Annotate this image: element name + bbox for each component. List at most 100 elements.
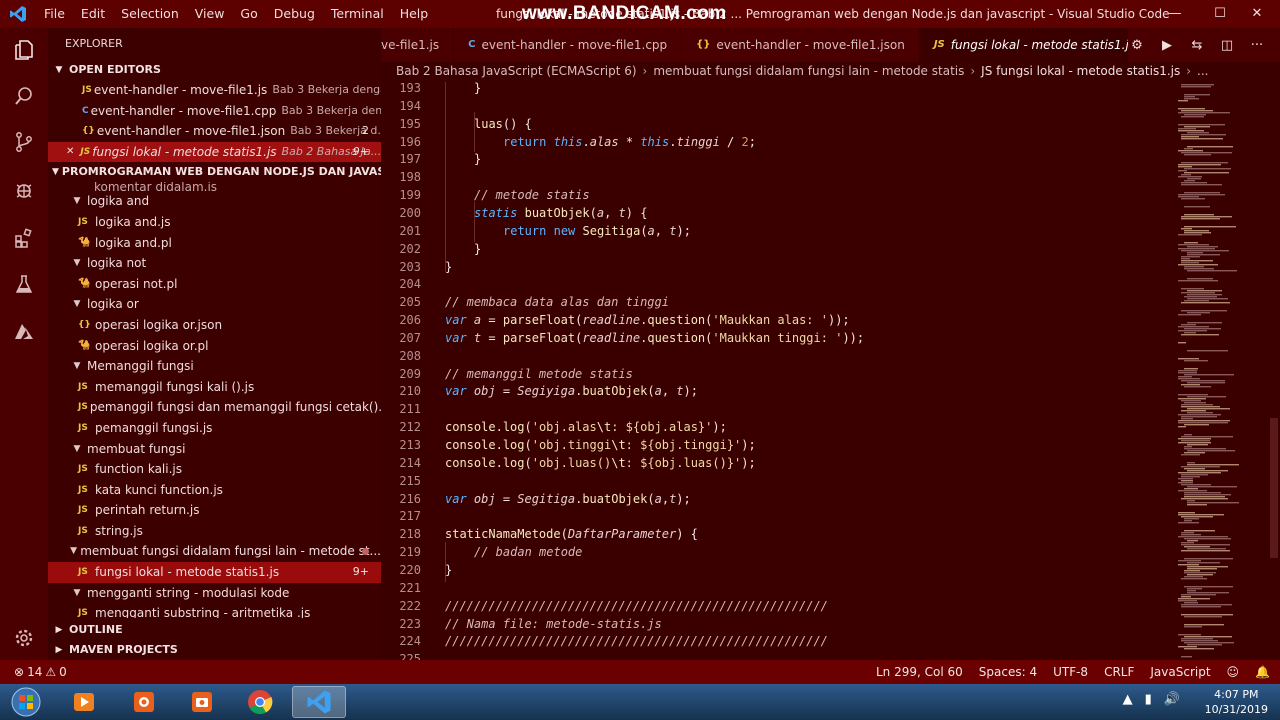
azure-icon[interactable] <box>12 320 36 344</box>
menu-help[interactable]: Help <box>392 0 437 28</box>
cursor-position[interactable]: Ln 299, Col 60 <box>876 665 963 679</box>
test-flask-icon[interactable] <box>12 272 36 296</box>
code-line[interactable]: 213 console.log('obj.tinggi\t: ${obj.ting… <box>381 436 1176 454</box>
code-line[interactable]: 212 console.log('obj.alas\t: ${obj.alas}'… <box>381 418 1176 436</box>
errors-indicator[interactable]: ⊗ 14 ⚠ 0 <box>14 665 67 679</box>
vertical-scrollbar[interactable] <box>1268 82 1280 660</box>
compare-icon[interactable]: ⇆ <box>1188 38 1206 53</box>
gear-icon[interactable]: ⚙ <box>1128 38 1146 53</box>
code-line[interactable]: 206 var a = parseFloat(readline.question(… <box>381 311 1176 329</box>
feedback-icon[interactable]: ☺ <box>1227 665 1240 679</box>
minimap[interactable] <box>1176 82 1266 660</box>
minimize-button[interactable]: — <box>1152 0 1198 28</box>
code-line[interactable]: 209 // memanggil metode statis <box>381 365 1176 383</box>
breadcrumb-item[interactable]: membuat fungsi didalam fungsi lain - met… <box>653 64 964 78</box>
code-line[interactable]: 204 <box>381 275 1176 293</box>
close-icon[interactable]: ✕ <box>66 142 74 163</box>
menu-go[interactable]: Go <box>232 0 265 28</box>
code-line[interactable]: 196 return this.alas * this.tinggi / 2; <box>381 133 1176 151</box>
open-editor-item[interactable]: JS event-handler - move-file1.js Bab 3 Bek… <box>48 80 381 101</box>
scrollbar-thumb[interactable] <box>1270 418 1278 558</box>
menu-debug[interactable]: Debug <box>266 0 323 28</box>
media-player-icon[interactable] <box>60 686 108 718</box>
volume-icon[interactable]: 🔊 <box>1164 692 1180 707</box>
language-mode[interactable]: JavaScript <box>1150 665 1210 679</box>
bandicam-icon[interactable] <box>120 686 168 718</box>
project-header[interactable]: ▼ PROMROGRAMAN WEB DENGAN NODE.JS DAN JA… <box>48 162 381 182</box>
menu-terminal[interactable]: Terminal <box>323 0 392 28</box>
code-line[interactable]: 208 <box>381 347 1176 365</box>
tree-file[interactable]: JS pemanggil fungsi dan memanggil fungsi … <box>48 397 381 418</box>
editor-tab[interactable]: JSve-file1.js <box>381 28 455 62</box>
search-icon[interactable] <box>12 84 36 108</box>
code-line[interactable]: 202} <box>381 240 1176 258</box>
tree-file[interactable]: JS function kali.js <box>48 459 381 480</box>
code-line[interactable]: 210 var obj = Segiyiga.buatObjek(a, t); <box>381 382 1176 400</box>
tree-file[interactable]: JS memanggil fungsi kali ().js <box>48 377 381 398</box>
close-window-button[interactable]: ✕ <box>1234 0 1280 28</box>
partial-tree-row[interactable]: komentar didalam.js <box>48 182 381 191</box>
tree-folder[interactable]: ▼ mengganti string - modulasi kode <box>48 583 381 604</box>
tree-folder[interactable]: ▼ logika and <box>48 191 381 212</box>
tree-file[interactable]: {} operasi logika or.json <box>48 315 381 336</box>
open-editor-item[interactable]: ✕ JS fungsi lokal - metode statis1.js Bab 2… <box>48 141 381 163</box>
outline-header[interactable]: ▶ OUTLINE <box>48 620 381 640</box>
tree-file[interactable]: 🐪 operasi not.pl <box>48 274 381 295</box>
tree-folder[interactable]: ▼ Memanggil fungsi <box>48 356 381 377</box>
code-line[interactable]: 221 <box>381 579 1176 597</box>
code-line[interactable]: 223 // Nama file: metode-statis.js <box>381 615 1176 633</box>
editor-tab[interactable]: Cevent-handler - move-file1.cpp <box>454 28 683 62</box>
code-line[interactable]: 214 console.log('obj.luas()\t: ${obj.luas… <box>381 454 1176 472</box>
tree-file[interactable]: 🐪 operasi logika or.pl <box>48 336 381 357</box>
menu-edit[interactable]: Edit <box>73 0 113 28</box>
open-editor-item[interactable]: Cevent-handler - move-file1.cpp Bab 3 Bek… <box>48 101 381 122</box>
tree-file[interactable]: 🐪 logika and.pl <box>48 233 381 254</box>
tree-folder[interactable]: ▼ membuat fungsi <box>48 439 381 460</box>
breadcrumb-item[interactable]: Bab 2 Bahasa JavaScript (ECMAScript 6) <box>396 64 637 78</box>
debug-icon[interactable] <box>12 178 36 202</box>
breadcrumb-item[interactable]: ... <box>1197 64 1208 78</box>
open-editor-item[interactable]: {} event-handler - move-file1.json Bab 3 B… <box>48 121 381 142</box>
end-of-line[interactable]: CRLF <box>1104 665 1134 679</box>
vscode-taskbar-icon[interactable] <box>292 686 346 718</box>
files-icon[interactable] <box>12 38 36 62</box>
tree-folder[interactable]: ▼ membuat fungsi didalam fungsi lain - me… <box>48 541 381 562</box>
indentation[interactable]: Spaces: 4 <box>979 665 1037 679</box>
tree-file[interactable]: JS fungsi lokal - metode statis1.js 9+ <box>48 562 381 583</box>
code-editor[interactable]: 193} 194 195 luas() {196 return this.alas * … <box>381 82 1176 660</box>
gear-icon[interactable] <box>12 626 36 650</box>
code-line[interactable]: 224 /////////////////////////////////////… <box>381 632 1176 650</box>
breadcrumb-item[interactable]: JS fungsi lokal - metode statis1.js <box>981 64 1180 78</box>
maven-header[interactable]: ▶ MAVEN PROJECTS <box>48 640 381 660</box>
code-line[interactable]: 195 luas() { <box>381 115 1176 133</box>
code-line[interactable]: 203} <box>381 258 1176 276</box>
source-control-icon[interactable] <box>12 130 36 154</box>
menu-file[interactable]: File <box>36 0 73 28</box>
tree-file[interactable]: JS perintah return.js <box>48 500 381 521</box>
notifications-icon[interactable]: 🔔 <box>1255 665 1270 679</box>
network-icon[interactable]: ▮ <box>1145 692 1152 707</box>
code-line[interactable]: 222 /////////////////////////////////////… <box>381 597 1176 615</box>
code-line[interactable]: 201 return new Segitiga(a, t); <box>381 222 1176 240</box>
code-line[interactable]: 200 statis buatObjek(a, t) { <box>381 204 1176 222</box>
start-orb-icon[interactable] <box>4 686 48 718</box>
code-line[interactable]: 207 var t = parseFloat(readline.question(… <box>381 329 1176 347</box>
tree-file[interactable]: JS string.js <box>48 521 381 542</box>
code-line[interactable]: 211 <box>381 400 1176 418</box>
code-line[interactable]: 225 <box>381 650 1176 660</box>
more-icon[interactable]: ··· <box>1248 38 1266 53</box>
tree-file[interactable]: JS logika and.js <box>48 212 381 233</box>
code-line[interactable]: 198 <box>381 168 1176 186</box>
menu-selection[interactable]: Selection <box>113 0 187 28</box>
code-line[interactable]: 193} <box>381 82 1176 97</box>
menu-view[interactable]: View <box>187 0 233 28</box>
tree-folder[interactable]: ▼ logika not <box>48 253 381 274</box>
code-line[interactable]: 217 <box>381 507 1176 525</box>
code-line[interactable]: 194 <box>381 97 1176 115</box>
code-line[interactable]: 219 // badan metode <box>381 543 1176 561</box>
code-line[interactable]: 215 <box>381 472 1176 490</box>
chrome-icon[interactable] <box>236 686 284 718</box>
code-line[interactable]: 205 // membaca data alas dan tinggi <box>381 293 1176 311</box>
code-line[interactable]: 220} <box>381 561 1176 579</box>
show-hidden-icons-icon[interactable]: ▲ <box>1123 692 1133 707</box>
